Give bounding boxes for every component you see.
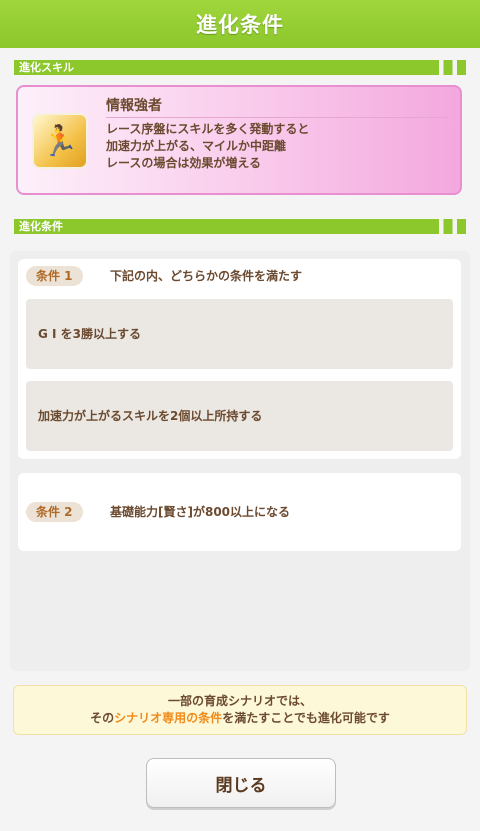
note-line-2: そのシナリオ専用の条件を満たすことでも進化可能です bbox=[14, 710, 466, 727]
note-line-2-prefix: その bbox=[90, 711, 115, 725]
dialog-title: 進化条件 bbox=[196, 13, 284, 37]
condition-1-tag: 条件 1 bbox=[26, 266, 83, 286]
skill-description-line: レースの場合は効果が増える bbox=[106, 156, 262, 170]
dialog-content: 進化スキル 🏃 情報強者 レース序盤にスキルを多く発動すると 加速力が上がる、マ… bbox=[0, 48, 480, 831]
note-line-2-suffix: を満たすことでも進化可能です bbox=[222, 711, 390, 725]
note-line-1: 一部の育成シナリオでは、 bbox=[167, 694, 312, 708]
condition-1-option-2-text: 加速力が上がるスキルを2個以上所持する bbox=[38, 409, 263, 423]
condition-2-text: 基礎能力[賢さ]が800以上になる bbox=[110, 505, 291, 519]
condition-2-box: 条件 2 基礎能力[賢さ]が800以上になる bbox=[18, 473, 461, 551]
skill-description-line: レース序盤にスキルを多く発動すると bbox=[106, 122, 310, 136]
condition-1-option-2: 加速力が上がるスキルを2個以上所持する bbox=[26, 381, 453, 451]
skill-description-line: 加速力が上がる、マイルか中距離 bbox=[106, 139, 287, 153]
skill-section-label: 進化スキル bbox=[19, 61, 74, 74]
skill-description: レース序盤にスキルを多く発動すると 加速力が上がる、マイルか中距離 レースの場合… bbox=[106, 121, 309, 172]
note-highlight: シナリオ専用の条件 bbox=[114, 711, 223, 725]
running-figure-icon: 🏃 bbox=[32, 113, 88, 169]
skill-card: 🏃 情報強者 レース序盤にスキルを多く発動すると 加速力が上がる、マイルか中距離… bbox=[16, 85, 462, 195]
conditions-section-label: 進化条件 bbox=[19, 220, 63, 233]
condition-2-tag: 条件 2 bbox=[26, 502, 83, 522]
dialog-header: 進化条件 bbox=[0, 0, 480, 48]
condition-1-box: 条件 1 下記の内、どちらかの条件を満たす G I を3勝以上する 加速力が上が… bbox=[18, 259, 461, 459]
close-button[interactable]: 閉じる bbox=[146, 758, 336, 808]
skill-name: 情報強者 bbox=[106, 98, 162, 114]
condition-1-option-1-text: G I を3勝以上する bbox=[38, 327, 142, 341]
scenario-note: 一部の育成シナリオでは、 そのシナリオ専用の条件を満たすことでも進化可能です bbox=[13, 685, 467, 735]
skill-divider bbox=[106, 117, 448, 118]
condition-1-text: 下記の内、どちらかの条件を満たす bbox=[110, 269, 303, 283]
condition-1-option-1: G I を3勝以上する bbox=[26, 299, 453, 369]
conditions-section-bar: 進化条件 bbox=[14, 219, 466, 234]
skill-section-bar: 進化スキル bbox=[14, 60, 466, 75]
conditions-panel: 条件 1 下記の内、どちらかの条件を満たす G I を3勝以上する 加速力が上が… bbox=[10, 251, 470, 671]
